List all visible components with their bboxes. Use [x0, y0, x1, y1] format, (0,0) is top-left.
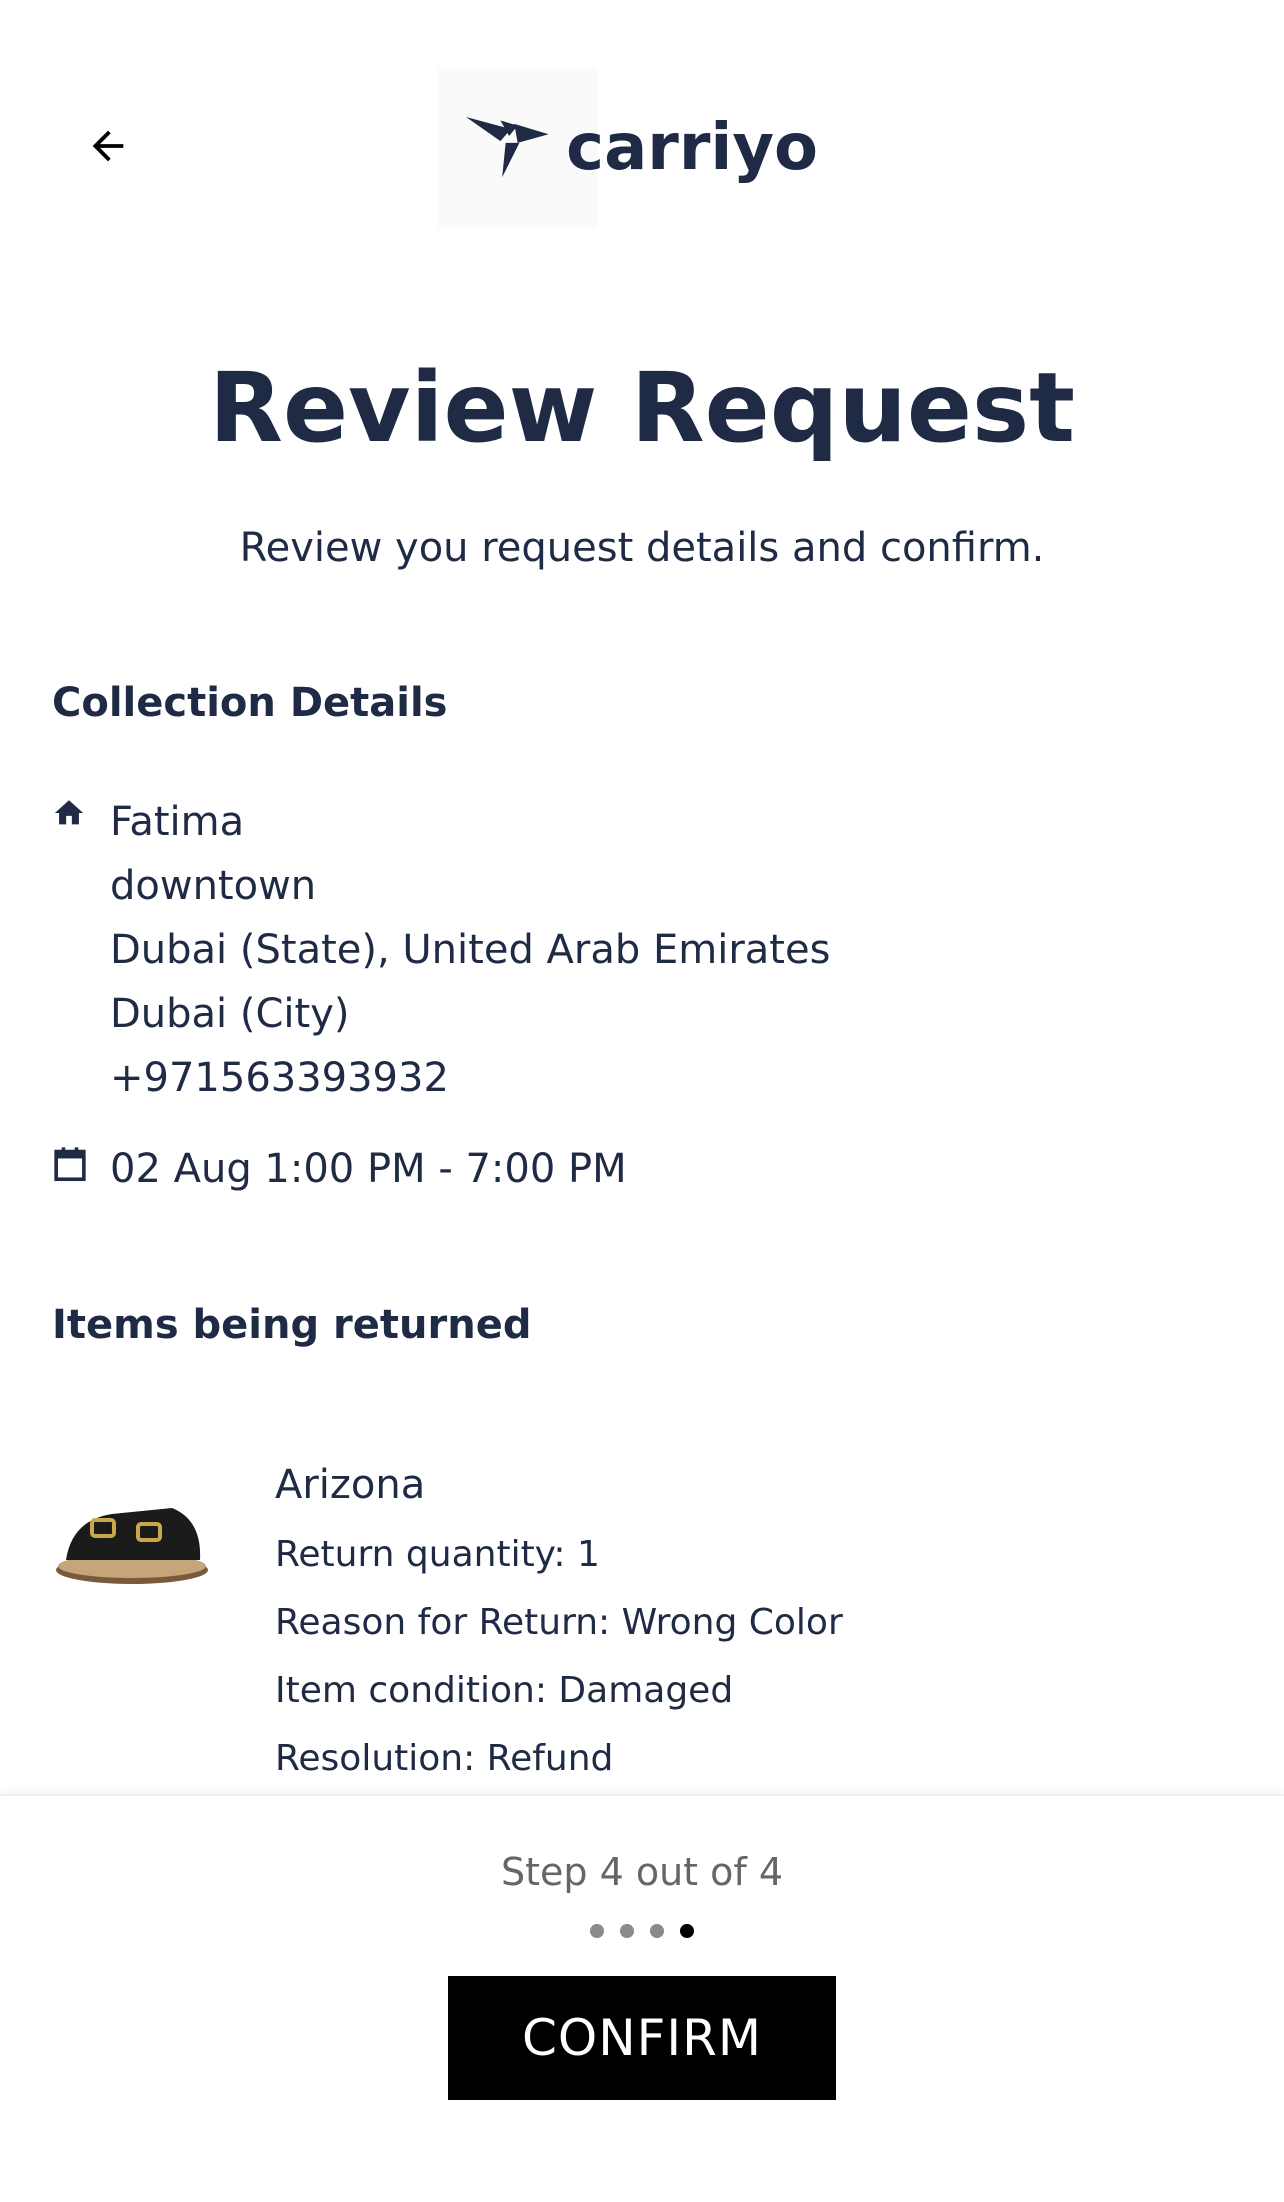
step-dot [620, 1924, 634, 1938]
step-dot [590, 1924, 604, 1938]
back-button[interactable] [70, 108, 146, 184]
carriyo-bird-icon [466, 116, 549, 178]
item-resolution: Resolution: Refund [275, 1738, 614, 1779]
address-phone: +971563393932 [110, 1055, 449, 1101]
page-title: Review Request [209, 352, 1075, 464]
address-street: downtown [110, 863, 317, 909]
bottom-action-bar: Step 4 out of 4 CONFIRM [0, 1794, 1284, 2202]
home-icon [54, 800, 84, 825]
item-return-quantity: Return quantity: 1 [275, 1534, 600, 1575]
address-city: Dubai (City) [110, 991, 350, 1037]
collection-time-slot: 02 Aug 1:00 PM - 7:00 PM [110, 1146, 627, 1192]
address-region: Dubai (State), United Arab Emirates [110, 927, 831, 973]
step-indicator-text: Step 4 out of 4 [500, 1850, 784, 1894]
item-return-reason: Reason for Return: Wrong Color [275, 1602, 843, 1643]
collection-details-heading: Collection Details [52, 680, 448, 726]
address-name: Fatima [110, 799, 245, 845]
confirm-button[interactable]: CONFIRM [448, 1976, 836, 2100]
collection-address: Fatima downtown Dubai (State), United Ar… [110, 790, 830, 1110]
arrow-left-icon [92, 130, 124, 162]
review-request-page: carriyo Review Request Review you reques… [0, 0, 1284, 2202]
calendar-icon [54, 1147, 86, 1182]
item-name: Arizona [275, 1462, 426, 1508]
item-image-sandal [56, 1508, 208, 1584]
step-dot [650, 1924, 664, 1938]
carriyo-logo: carriyo [438, 68, 818, 228]
logo-wordmark: carriyo [566, 111, 818, 185]
page-subtitle: Review you request details and confirm. [239, 525, 1045, 571]
items-returned-heading: Items being returned [52, 1302, 532, 1348]
item-condition: Item condition: Damaged [275, 1670, 734, 1711]
step-dots [0, 1924, 1284, 1938]
step-dot-active [680, 1924, 694, 1938]
